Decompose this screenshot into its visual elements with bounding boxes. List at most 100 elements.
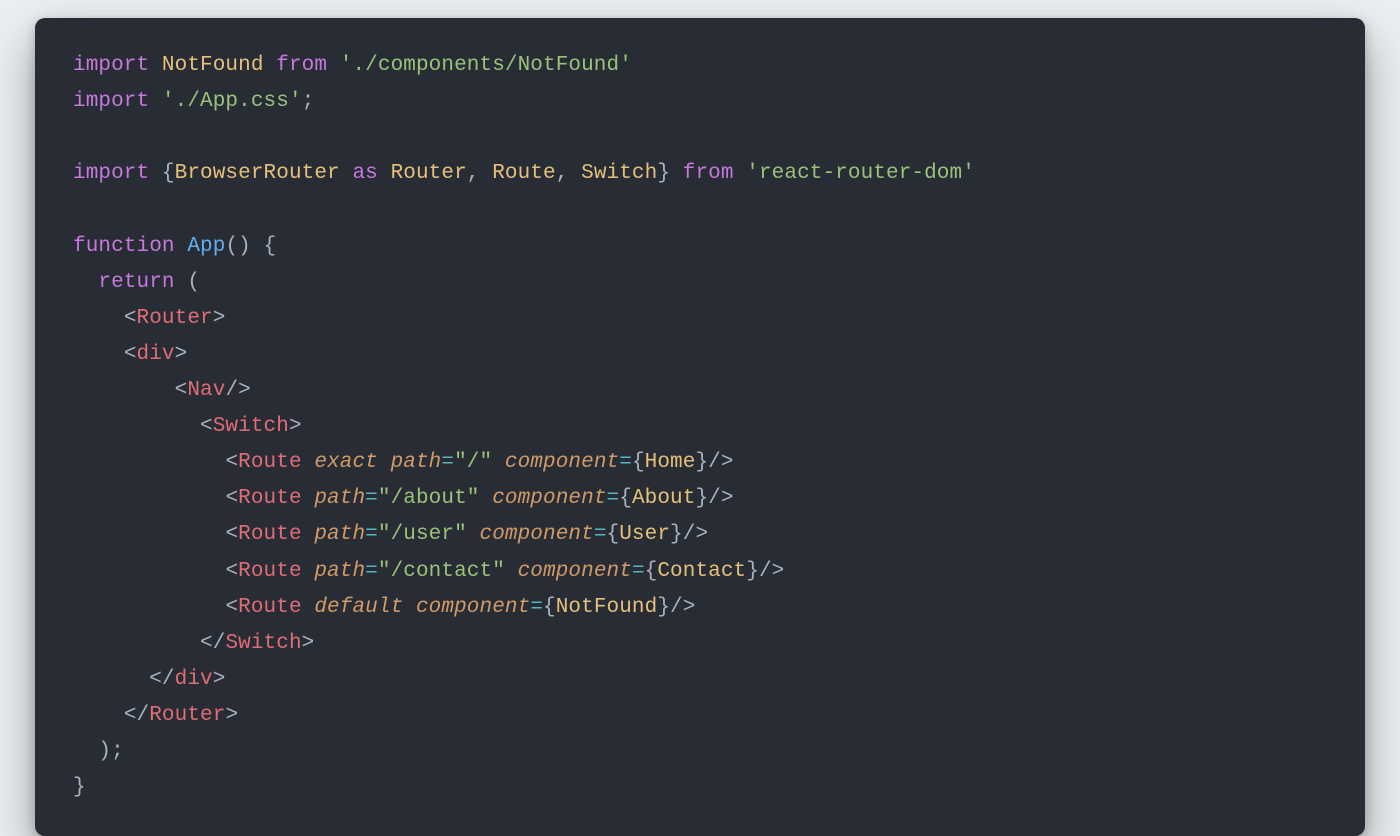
keyword-from: from bbox=[683, 162, 734, 185]
string-import-path: './components/NotFound' bbox=[340, 54, 632, 77]
angle-close: > bbox=[302, 632, 315, 655]
brace-open: { bbox=[645, 560, 658, 583]
jsx-attr-default: default bbox=[314, 596, 403, 619]
string-path-user: "/user" bbox=[378, 523, 467, 546]
self-close: /> bbox=[708, 451, 733, 474]
jsx-tag-route: Route bbox=[238, 596, 302, 619]
jsx-close-div: div bbox=[175, 668, 213, 691]
angle-open: < bbox=[149, 668, 162, 691]
keyword-import: import bbox=[73, 162, 149, 185]
self-close: /> bbox=[670, 596, 695, 619]
angle-open: < bbox=[124, 704, 137, 727]
brace-open: { bbox=[607, 523, 620, 546]
self-close: /> bbox=[708, 487, 733, 510]
string-path-contact: "/contact" bbox=[378, 560, 505, 583]
component-contact: Contact bbox=[657, 560, 746, 583]
jsx-tag-nav: Nav bbox=[187, 379, 225, 402]
jsx-attr-path: path bbox=[314, 487, 365, 510]
identifier-notfound: NotFound bbox=[162, 54, 264, 77]
brace-close: } bbox=[670, 523, 683, 546]
component-notfound: NotFound bbox=[556, 596, 658, 619]
semicolon: ; bbox=[111, 740, 124, 763]
jsx-tag-div: div bbox=[137, 343, 175, 366]
angle-open: < bbox=[225, 523, 238, 546]
angle-close: > bbox=[175, 343, 188, 366]
brace-close: } bbox=[746, 560, 759, 583]
angle-open: < bbox=[175, 379, 188, 402]
keyword-import: import bbox=[73, 90, 149, 113]
equals: = bbox=[530, 596, 543, 619]
stage: import NotFound from './components/NotFo… bbox=[0, 0, 1400, 820]
brace-open: { bbox=[543, 596, 556, 619]
keyword-import: import bbox=[73, 54, 149, 77]
string-package: 'react-router-dom' bbox=[746, 162, 975, 185]
jsx-attr-component: component bbox=[480, 523, 594, 546]
self-close: /> bbox=[225, 379, 250, 402]
self-close: /> bbox=[683, 523, 708, 546]
string-path-root: "/" bbox=[454, 451, 492, 474]
jsx-attr-component: component bbox=[505, 451, 619, 474]
identifier-switch: Switch bbox=[581, 162, 657, 185]
equals: = bbox=[365, 560, 378, 583]
equals: = bbox=[594, 523, 607, 546]
jsx-tag-route: Route bbox=[238, 451, 302, 474]
jsx-attr-path: path bbox=[391, 451, 442, 474]
code-card: import NotFound from './components/NotFo… bbox=[35, 18, 1365, 836]
brace-open: { bbox=[632, 451, 645, 474]
angle-open: < bbox=[225, 596, 238, 619]
identifier-browserrouter: BrowserRouter bbox=[175, 162, 340, 185]
angle-close: > bbox=[225, 704, 238, 727]
comma: , bbox=[467, 162, 480, 185]
string-path-about: "/about" bbox=[378, 487, 480, 510]
jsx-close-switch: Switch bbox=[225, 632, 301, 655]
angle-open: < bbox=[225, 451, 238, 474]
keyword-as: as bbox=[352, 162, 377, 185]
function-name-app: App bbox=[187, 235, 225, 258]
angle-close: > bbox=[213, 307, 226, 330]
brace-close: } bbox=[657, 162, 670, 185]
jsx-tag-route: Route bbox=[238, 487, 302, 510]
identifier-route: Route bbox=[492, 162, 556, 185]
angle-open: < bbox=[200, 632, 213, 655]
jsx-attr-component: component bbox=[416, 596, 530, 619]
paren-close: ) bbox=[238, 235, 251, 258]
jsx-attr-exact: exact bbox=[314, 451, 378, 474]
equals: = bbox=[632, 560, 645, 583]
semicolon: ; bbox=[302, 90, 315, 113]
jsx-attr-path: path bbox=[314, 560, 365, 583]
angle-open: < bbox=[225, 487, 238, 510]
jsx-tag-switch: Switch bbox=[213, 415, 289, 438]
equals: = bbox=[441, 451, 454, 474]
jsx-close-router: Router bbox=[149, 704, 225, 727]
paren-open: ( bbox=[225, 235, 238, 258]
brace-open: { bbox=[162, 162, 175, 185]
component-home: Home bbox=[645, 451, 696, 474]
paren-close: ) bbox=[98, 740, 111, 763]
slash: / bbox=[213, 632, 226, 655]
angle-close: > bbox=[213, 668, 226, 691]
brace-close: } bbox=[695, 451, 708, 474]
component-user: User bbox=[619, 523, 670, 546]
slash: / bbox=[162, 668, 175, 691]
component-about: About bbox=[632, 487, 696, 510]
brace-open: { bbox=[264, 235, 277, 258]
brace-close: } bbox=[73, 776, 86, 799]
jsx-tag-router: Router bbox=[137, 307, 213, 330]
brace-close: } bbox=[695, 487, 708, 510]
identifier-router-alias: Router bbox=[391, 162, 467, 185]
keyword-function: function bbox=[73, 235, 175, 258]
angle-open: < bbox=[200, 415, 213, 438]
equals: = bbox=[619, 451, 632, 474]
self-close: /> bbox=[759, 560, 784, 583]
slash: / bbox=[137, 704, 150, 727]
code-block: import NotFound from './components/NotFo… bbox=[73, 48, 1327, 806]
keyword-return: return bbox=[98, 271, 174, 294]
string-css-path: './App.css' bbox=[162, 90, 302, 113]
brace-close: } bbox=[657, 596, 670, 619]
comma: , bbox=[556, 162, 569, 185]
jsx-tag-route: Route bbox=[238, 560, 302, 583]
angle-close: > bbox=[289, 415, 302, 438]
keyword-from: from bbox=[276, 54, 327, 77]
paren-open: ( bbox=[187, 271, 200, 294]
angle-open: < bbox=[225, 560, 238, 583]
